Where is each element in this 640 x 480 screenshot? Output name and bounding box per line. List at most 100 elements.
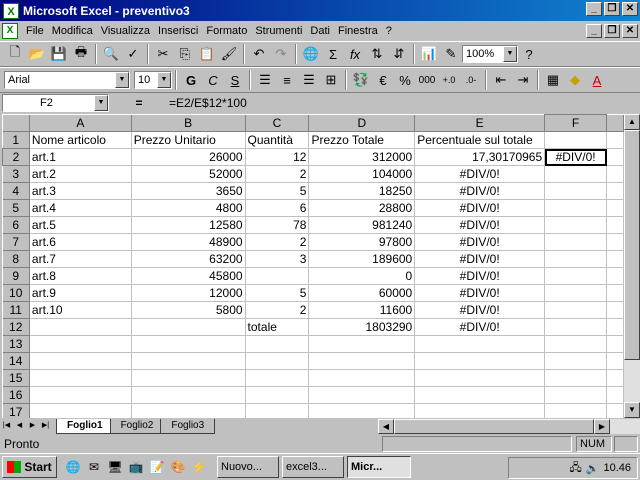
cell-c1[interactable]: Quantità bbox=[245, 131, 310, 149]
cell-c6[interactable]: 78 bbox=[245, 216, 310, 234]
menu-strumenti[interactable]: Strumenti bbox=[251, 25, 306, 37]
cell-g1[interactable] bbox=[606, 131, 624, 149]
row-header[interactable]: 5 bbox=[2, 199, 30, 217]
cell-g11[interactable] bbox=[606, 301, 624, 319]
chevron-down-icon[interactable]: ▼ bbox=[157, 72, 171, 88]
cell-c11[interactable]: 2 bbox=[245, 301, 310, 319]
menu-visualizza[interactable]: Visualizza bbox=[97, 25, 154, 37]
cell-e13[interactable] bbox=[414, 335, 546, 353]
function-icon[interactable]: fx bbox=[344, 43, 366, 65]
cell-a6[interactable]: art.5 bbox=[29, 216, 132, 234]
cell-f10[interactable] bbox=[544, 284, 608, 302]
menu-inserisci[interactable]: Inserisci bbox=[154, 25, 202, 37]
cell-a11[interactable]: art.10 bbox=[29, 301, 132, 319]
cell-g2[interactable] bbox=[606, 148, 624, 166]
align-right-icon[interactable]: ☰ bbox=[298, 69, 320, 91]
restore-button[interactable]: ❐ bbox=[604, 2, 620, 16]
column-header-c[interactable]: C bbox=[245, 114, 310, 132]
cell-g13[interactable] bbox=[606, 335, 624, 353]
cell-c4[interactable]: 5 bbox=[245, 182, 310, 200]
align-left-icon[interactable]: ☰ bbox=[254, 69, 276, 91]
cell-g6[interactable] bbox=[606, 216, 624, 234]
outlook-icon[interactable]: ✉ bbox=[84, 457, 104, 477]
menu-finestra[interactable]: Finestra bbox=[334, 25, 382, 37]
volume-icon[interactable]: 🔊 bbox=[586, 462, 600, 475]
cell-a3[interactable]: art.2 bbox=[29, 165, 132, 183]
menu-formato[interactable]: Formato bbox=[202, 25, 251, 37]
row-header[interactable]: 7 bbox=[2, 233, 30, 251]
cell-a17[interactable] bbox=[29, 403, 132, 418]
menu-file[interactable]: File bbox=[22, 25, 48, 37]
tab-foglio1[interactable]: Foglio1 bbox=[56, 419, 114, 434]
doc-minimize-button[interactable]: _ bbox=[586, 24, 602, 38]
row-header[interactable]: 6 bbox=[2, 216, 30, 234]
zoom-select[interactable]: 100% ▼ bbox=[462, 45, 518, 63]
cell-c17[interactable] bbox=[245, 403, 310, 418]
cell-a12[interactable] bbox=[29, 318, 132, 336]
cell-b11[interactable]: 5800 bbox=[131, 301, 246, 319]
copy-icon[interactable]: ⎘ bbox=[174, 43, 196, 65]
menu-help[interactable]: ? bbox=[382, 25, 396, 37]
cell-f6[interactable] bbox=[544, 216, 608, 234]
cell-e12[interactable]: #DIV/0! bbox=[414, 318, 546, 336]
merge-center-icon[interactable]: ⊞ bbox=[320, 69, 342, 91]
scroll-right-icon[interactable]: ▶ bbox=[594, 419, 610, 434]
open-folder-icon[interactable]: 📂 bbox=[26, 43, 48, 65]
euro-style-icon[interactable]: 💱 bbox=[350, 69, 372, 91]
cell-f13[interactable] bbox=[544, 335, 608, 353]
internet-explorer-icon[interactable]: 🌐 bbox=[63, 457, 83, 477]
cell-b14[interactable] bbox=[131, 352, 246, 370]
print-icon[interactable]: 🖶 bbox=[70, 43, 92, 65]
shortcut-icon[interactable]: ⚡ bbox=[189, 457, 209, 477]
cell-c13[interactable] bbox=[245, 335, 310, 353]
cell-f7[interactable] bbox=[544, 233, 608, 251]
cell-a16[interactable] bbox=[29, 386, 132, 404]
cell-g3[interactable] bbox=[606, 165, 624, 183]
worksheet-grid[interactable]: A B C D E F 1 Nome articolo Prezzo Unitari… bbox=[2, 114, 624, 418]
column-header-g[interactable] bbox=[606, 114, 624, 132]
percent-button[interactable]: % bbox=[394, 69, 416, 91]
row-header[interactable]: 15 bbox=[2, 369, 30, 387]
row-header[interactable]: 9 bbox=[2, 267, 30, 285]
last-sheet-icon[interactable]: ▶| bbox=[39, 420, 52, 434]
cell-e6[interactable]: #DIV/0! bbox=[414, 216, 546, 234]
cell-b17[interactable] bbox=[131, 403, 246, 418]
doc-restore-button[interactable]: ❐ bbox=[604, 24, 620, 38]
decrease-decimal-icon[interactable]: .0- bbox=[460, 69, 482, 91]
cell-g14[interactable] bbox=[606, 352, 624, 370]
cell-d1[interactable]: Prezzo Totale bbox=[308, 131, 416, 149]
cell-b4[interactable]: 3650 bbox=[131, 182, 246, 200]
row-header[interactable]: 11 bbox=[2, 301, 30, 319]
align-center-icon[interactable]: ≡ bbox=[276, 69, 298, 91]
cell-e8[interactable]: #DIV/0! bbox=[414, 250, 546, 268]
currency-button[interactable]: € bbox=[372, 69, 394, 91]
cell-d15[interactable] bbox=[308, 369, 416, 387]
font-name-select[interactable]: Arial ▼ bbox=[4, 71, 130, 89]
row-header[interactable]: 8 bbox=[2, 250, 30, 268]
cell-d3[interactable]: 104000 bbox=[308, 165, 416, 183]
cell-c3[interactable]: 2 bbox=[245, 165, 310, 183]
cell-d8[interactable]: 189600 bbox=[308, 250, 416, 268]
cell-a5[interactable]: art.4 bbox=[29, 199, 132, 217]
bold-button[interactable]: G bbox=[180, 69, 202, 91]
cell-g15[interactable] bbox=[606, 369, 624, 387]
cell-a1[interactable]: Nome articolo bbox=[29, 131, 132, 149]
row-header[interactable]: 17 bbox=[2, 403, 30, 418]
row-header[interactable]: 16 bbox=[2, 386, 30, 404]
save-icon[interactable]: 💾 bbox=[48, 43, 70, 65]
print-preview-icon[interactable]: 🔍 bbox=[100, 43, 122, 65]
cell-a13[interactable] bbox=[29, 335, 132, 353]
cell-e5[interactable]: #DIV/0! bbox=[414, 199, 546, 217]
redo-icon[interactable]: ↷ bbox=[270, 43, 292, 65]
menu-modifica[interactable]: Modifica bbox=[48, 25, 97, 37]
cell-e11[interactable]: #DIV/0! bbox=[414, 301, 546, 319]
cell-f2[interactable]: #DIV/0! bbox=[544, 148, 608, 166]
cell-g8[interactable] bbox=[606, 250, 624, 268]
row-header[interactable]: 13 bbox=[2, 335, 30, 353]
name-box[interactable]: F2 ▼ bbox=[2, 94, 109, 112]
row-header[interactable]: 1 bbox=[2, 131, 30, 149]
chart-wizard-icon[interactable]: 📊 bbox=[418, 43, 440, 65]
cell-g10[interactable] bbox=[606, 284, 624, 302]
tab-foglio3[interactable]: Foglio3 bbox=[160, 419, 216, 434]
column-header-b[interactable]: B bbox=[131, 114, 246, 132]
